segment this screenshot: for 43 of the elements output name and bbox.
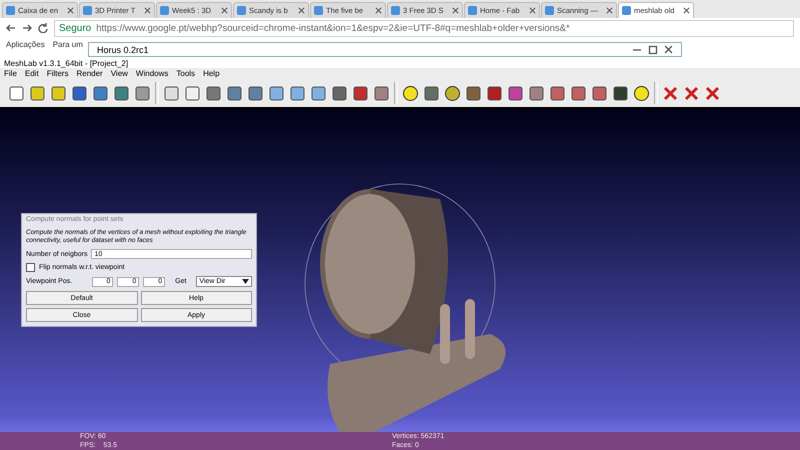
menu-item[interactable]: Help [203,69,220,78]
close-icon[interactable] [606,7,613,14]
checkbox[interactable] [26,263,35,272]
3d-viewport[interactable] [0,109,800,432]
close-icon[interactable] [221,7,228,14]
maximize-icon[interactable] [648,44,658,54]
favicon-icon [237,6,246,15]
close-icon[interactable] [298,7,305,14]
url-text: https://www.google.pt/webhp?sourceid=chrome-instant&ion=1&espv=2&ie=UTF-8#q=meshlab+older+versions&* [96,22,570,34]
close-icon[interactable] [144,7,151,14]
close-icon[interactable] [529,7,536,14]
favicon-icon [545,6,554,15]
favicon-icon [160,6,169,15]
delete-icon[interactable] [683,84,700,102]
delete-icon[interactable] [662,84,679,102]
menu-item[interactable]: Windows [136,69,168,78]
menu-item[interactable]: Render [76,69,103,78]
menu-item[interactable]: Tools [176,69,196,78]
dropdown-arrow-icon[interactable] [242,278,250,285]
secure-label: Seguro [59,22,92,34]
back-icon[interactable] [6,23,16,33]
close-icon[interactable] [452,7,459,14]
menu-item[interactable]: Filters [46,69,68,78]
address-bar[interactable]: Seguro https://www.google.pt/webhp?sourceid=chrome-instant&ion=1&espv=2&ie=UTF-8#q=meshlab+older+versions&* [54,20,794,36]
close-icon[interactable] [375,7,382,14]
close-icon[interactable] [664,45,673,54]
menu-item[interactable]: View [110,69,128,78]
menu-item[interactable]: File [4,69,17,78]
forward-icon[interactable] [22,23,32,33]
close-icon[interactable] [67,7,74,14]
close-icon[interactable] [683,7,690,14]
favicon-icon [6,6,15,15]
bookmark-link[interactable]: Aplicações [6,40,45,48]
delete-icon[interactable] [704,84,721,102]
favicon-icon [83,6,92,15]
favicon-icon [622,6,631,15]
window-title: Horus 0.2rc1 [97,44,149,54]
menu-item[interactable]: Edit [24,69,39,78]
favicon-icon [314,6,323,15]
favicon-icon [391,6,400,15]
favicon-icon [468,6,477,15]
window-title: MeshLab v1.3.1_64bit - [Project_2] [4,58,128,68]
bookmark-link[interactable]: Para um [52,40,83,48]
